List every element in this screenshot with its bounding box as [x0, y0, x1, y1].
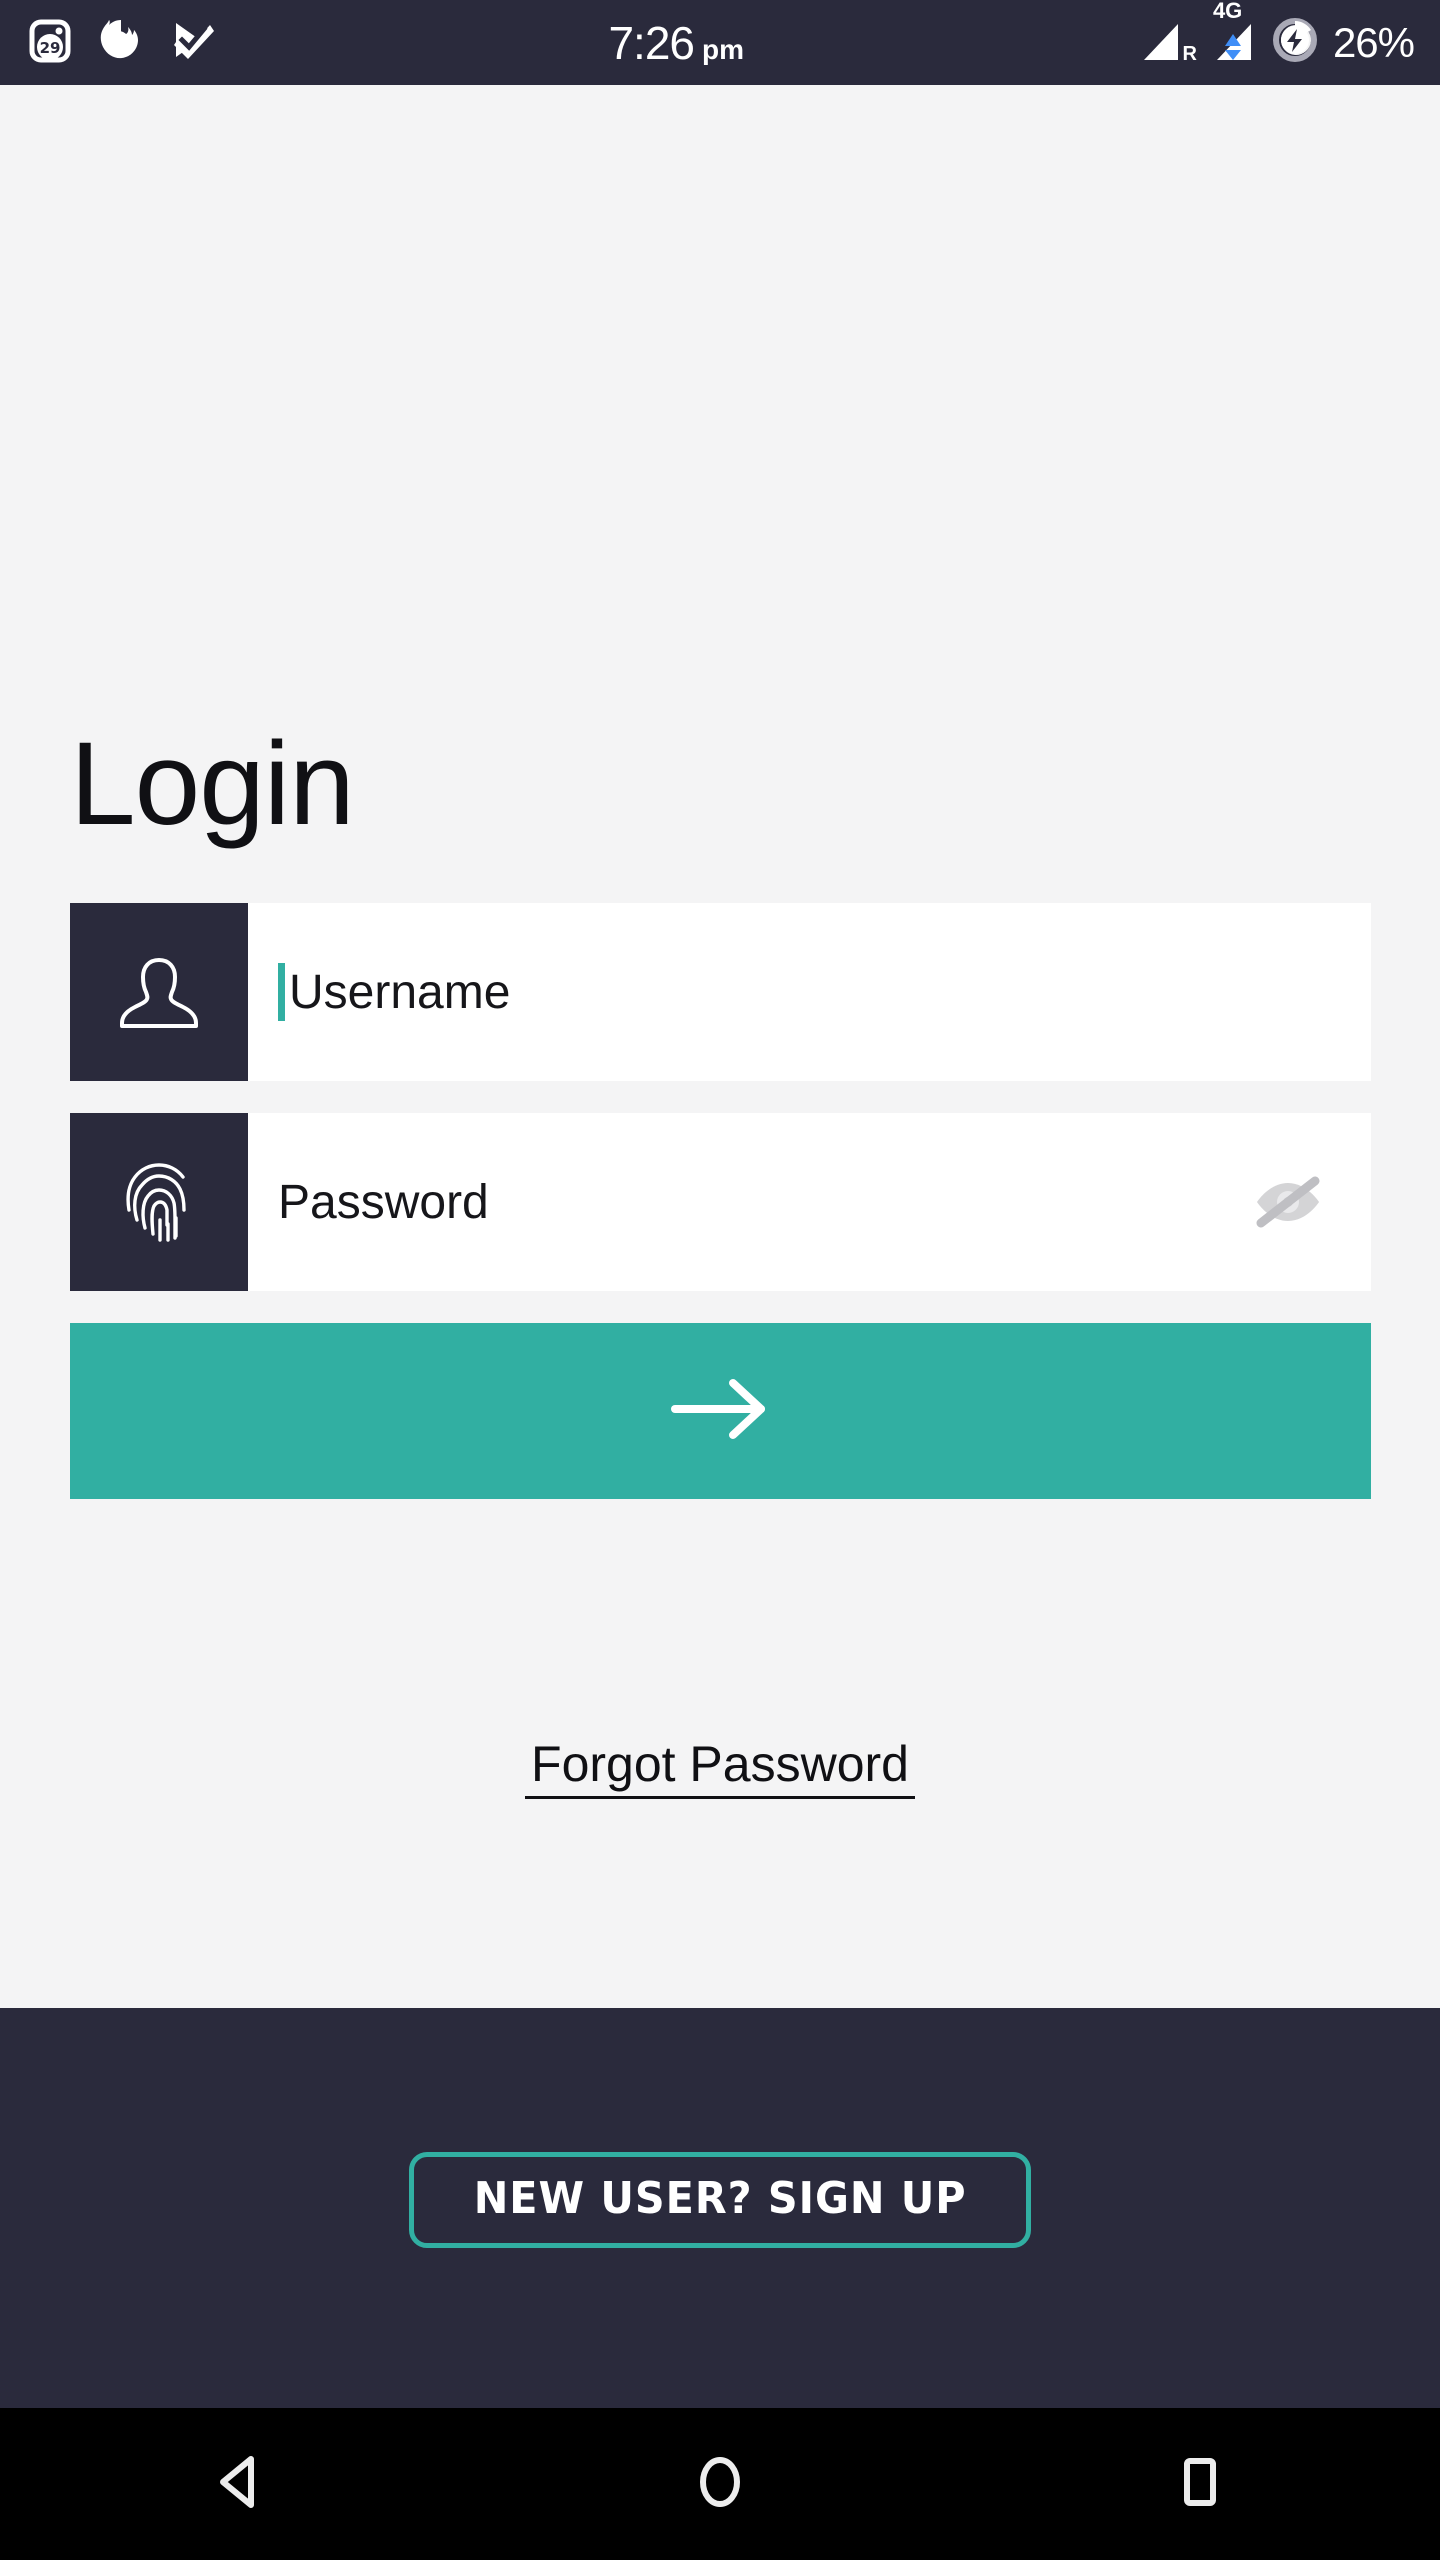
username-input[interactable]: Username [248, 903, 1371, 1081]
phone-screen: 29 7:26 pm R 4G 26% Login Username Passw… [0, 0, 1440, 2560]
status-bar: 29 7:26 pm R 4G 26% [0, 0, 1440, 85]
forgot-password-link[interactable]: Forgot Password [0, 1735, 1440, 1799]
submit-button[interactable] [70, 1323, 1371, 1499]
circle-icon [689, 2451, 751, 2518]
login-content: Login Username Password Forgot Password [0, 85, 1440, 2008]
clock-ampm: pm [702, 33, 744, 65]
tasks-checkmark-icon [170, 17, 214, 68]
eye-off-icon[interactable] [1249, 1171, 1327, 1233]
text-cursor [278, 963, 285, 1021]
arrow-right-icon [661, 1372, 781, 1451]
home-button[interactable] [480, 2408, 960, 2560]
roaming-indicator: R [1182, 42, 1197, 65]
fingerprint-icon [70, 1113, 248, 1291]
network-type-label: 4G [1212, 0, 1243, 23]
username-field-row[interactable]: Username [70, 903, 1371, 1081]
signal-bars-data-icon: 4G [1211, 0, 1257, 66]
status-bar-clock: 7:26 pm [214, 16, 1138, 70]
username-placeholder: Username [289, 965, 511, 1019]
password-input[interactable]: Password [248, 1113, 1371, 1291]
user-avatar-icon [70, 903, 248, 1081]
android-navigation-bar [0, 2408, 1440, 2560]
back-button[interactable] [0, 2408, 480, 2560]
signup-button[interactable]: NEW USER? SIGN UP [408, 2152, 1032, 2248]
footer-bar: NEW USER? SIGN UP [0, 2008, 1440, 2408]
signup-button-label: NEW USER? SIGN UP [473, 2173, 967, 2224]
battery-charging-icon [1271, 16, 1319, 69]
battery-percent: 26% [1332, 18, 1415, 66]
forgot-password-label[interactable]: Forgot Password [525, 1736, 915, 1799]
recents-button[interactable] [960, 2408, 1440, 2560]
svg-text:29: 29 [40, 39, 61, 57]
firefox-icon [98, 17, 144, 68]
triangle-left-icon [209, 2451, 271, 2518]
calendar-icon: 29 [28, 17, 72, 68]
page-title: Login [70, 718, 355, 850]
status-bar-system-icons: R 4G 26% [1138, 0, 1440, 69]
square-icon [1169, 2451, 1231, 2518]
signal-bars-icon: R [1138, 20, 1197, 66]
password-placeholder: Password [278, 1175, 489, 1229]
password-field-row[interactable]: Password [70, 1113, 1371, 1291]
clock-time: 7:26 [608, 16, 695, 69]
status-bar-notifications: 29 [0, 17, 214, 68]
